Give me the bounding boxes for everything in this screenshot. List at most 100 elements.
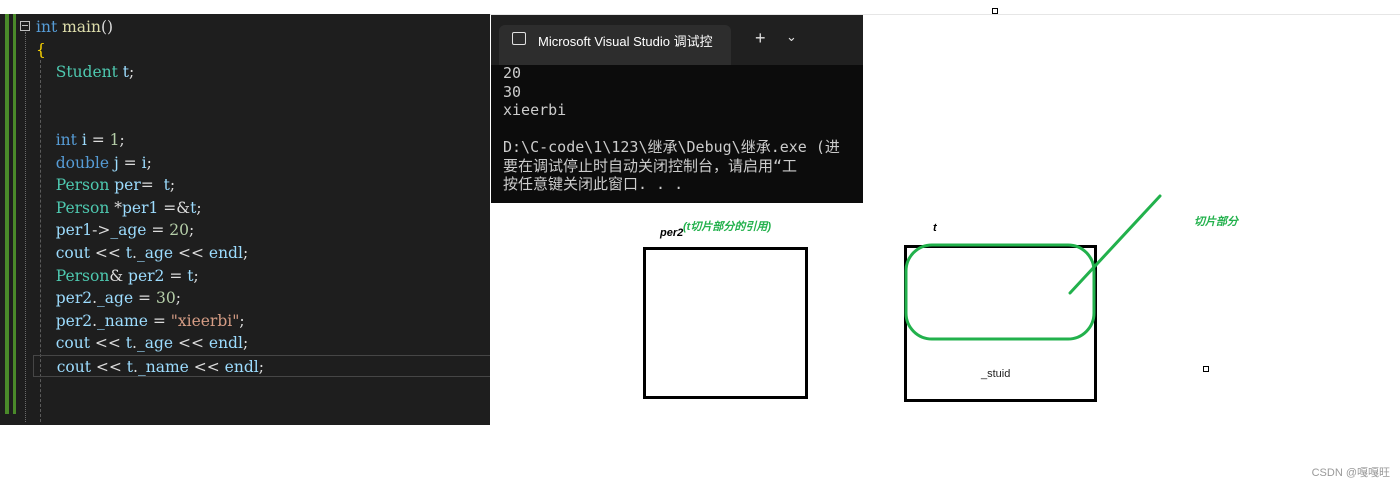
code-line[interactable]: int main()	[36, 16, 113, 38]
code-token: endl	[224, 358, 259, 376]
code-token: ;	[239, 311, 245, 330]
code-token: cout	[55, 244, 90, 262]
per2-note: (t切片部分的引用)	[683, 221, 771, 233]
current-code-line[interactable]: cout << t._name << endl;	[33, 355, 490, 377]
code-token: double	[55, 153, 114, 172]
code-token: endl	[208, 334, 243, 353]
code-line[interactable]: int i = 1;	[36, 129, 125, 151]
code-line[interactable]: per2._age = 30;	[36, 287, 181, 309]
change-margin-indicator	[5, 14, 9, 414]
chevron-down-icon[interactable]: ⌄	[786, 29, 797, 45]
code-token: cout	[55, 334, 90, 353]
per2-label: per2	[660, 227, 684, 239]
code-token: endl	[208, 244, 243, 262]
code-line[interactable]: Person per= t;	[36, 174, 175, 196]
collapse-icon[interactable]	[20, 21, 30, 31]
code-token: _age	[97, 289, 134, 308]
per2-box	[643, 247, 808, 399]
code-token: <<	[188, 358, 225, 376]
code-token: per2	[55, 311, 93, 330]
code-token: Student	[55, 63, 123, 82]
code-line[interactable]: per1->_age = 20;	[36, 219, 195, 241]
code-token: =	[140, 176, 164, 195]
t-label: t	[933, 222, 937, 234]
code-token: ;	[242, 334, 249, 353]
code-line[interactable]: per2._name = "xieerbi";	[36, 310, 245, 332]
code-token: ;	[193, 266, 199, 285]
code-token: per2	[55, 289, 93, 308]
code-line[interactable]: {	[36, 39, 46, 61]
code-editor[interactable]: int main() { Student t; int i = 1; double…	[0, 14, 490, 425]
stuid-field-label: _stuid	[981, 368, 1011, 380]
code-token: <<	[173, 334, 209, 353]
code-token: ->	[92, 221, 111, 240]
code-line[interactable]: cout << t._age << endl;	[36, 242, 248, 264]
code-token: ;	[189, 221, 195, 240]
code-token: *	[114, 198, 122, 217]
console-tab-bar: Microsoft Visual Studio 调试控 + ⌄	[491, 15, 863, 65]
code-token: ;	[119, 131, 125, 149]
code-token: Person	[55, 198, 115, 217]
code-line[interactable]: cout << t._age << endl;	[36, 332, 248, 354]
debug-console-window[interactable]: Microsoft Visual Studio 调试控 + ⌄ 20 30 xiee…	[491, 15, 863, 203]
code-token: &	[109, 266, 129, 285]
resize-handle-top[interactable]	[992, 8, 998, 14]
code-token: main	[62, 18, 101, 36]
console-line: 30	[503, 82, 522, 101]
code-token: {	[36, 40, 46, 59]
code-token: _name	[97, 311, 148, 330]
console-tab-title: Microsoft Visual Studio 调试控	[538, 34, 713, 49]
console-tab[interactable]: Microsoft Visual Studio 调试控	[499, 25, 731, 65]
code-line[interactable]: Person *per1 =&t;	[36, 197, 202, 219]
code-token: "xieerbi"	[170, 311, 240, 330]
code-token: per1	[55, 221, 93, 240]
code-line[interactable]: Student t;	[36, 61, 135, 83]
code-token: <<	[89, 334, 126, 353]
code-token: ;	[175, 289, 181, 308]
code-line[interactable]: Person& per2 = t;	[36, 265, 199, 287]
code-token: ;	[242, 244, 249, 262]
code-token: <<	[173, 244, 209, 262]
code-token: =	[118, 153, 142, 172]
code-line[interactable]: double j = i;	[36, 152, 152, 174]
code-token: ;	[169, 176, 176, 195]
console-line: 按任意键关闭此窗口. . .	[503, 175, 684, 193]
code-token: cout	[56, 358, 91, 376]
code-token: =	[146, 221, 170, 240]
code-token: <<	[90, 358, 127, 376]
code-token: =	[86, 131, 110, 149]
code-token: =	[133, 289, 156, 308]
code-token: 20	[169, 221, 189, 240]
code-token: <<	[89, 244, 126, 262]
code-token: _age	[136, 334, 174, 353]
fold-guide-line	[25, 32, 26, 422]
console-line: xieerbi	[503, 101, 567, 119]
code-token: int	[36, 18, 63, 36]
code-token: Person	[55, 176, 115, 195]
code-token: _name	[137, 358, 189, 376]
code-token: =	[147, 311, 171, 330]
slice-note: 切片部分	[1194, 216, 1238, 228]
code-token: =	[164, 266, 188, 285]
resize-handle-right[interactable]	[1203, 366, 1209, 372]
code-token: 30	[155, 289, 176, 308]
console-line: 20	[503, 64, 522, 82]
code-token: ;	[196, 198, 202, 217]
code-token: int	[55, 131, 82, 149]
t-box: _stuid	[904, 245, 1097, 402]
code-token: ;	[129, 63, 135, 82]
new-tab-button[interactable]: +	[755, 28, 766, 49]
code-token: _age	[136, 244, 174, 262]
terminal-icon	[512, 32, 526, 45]
